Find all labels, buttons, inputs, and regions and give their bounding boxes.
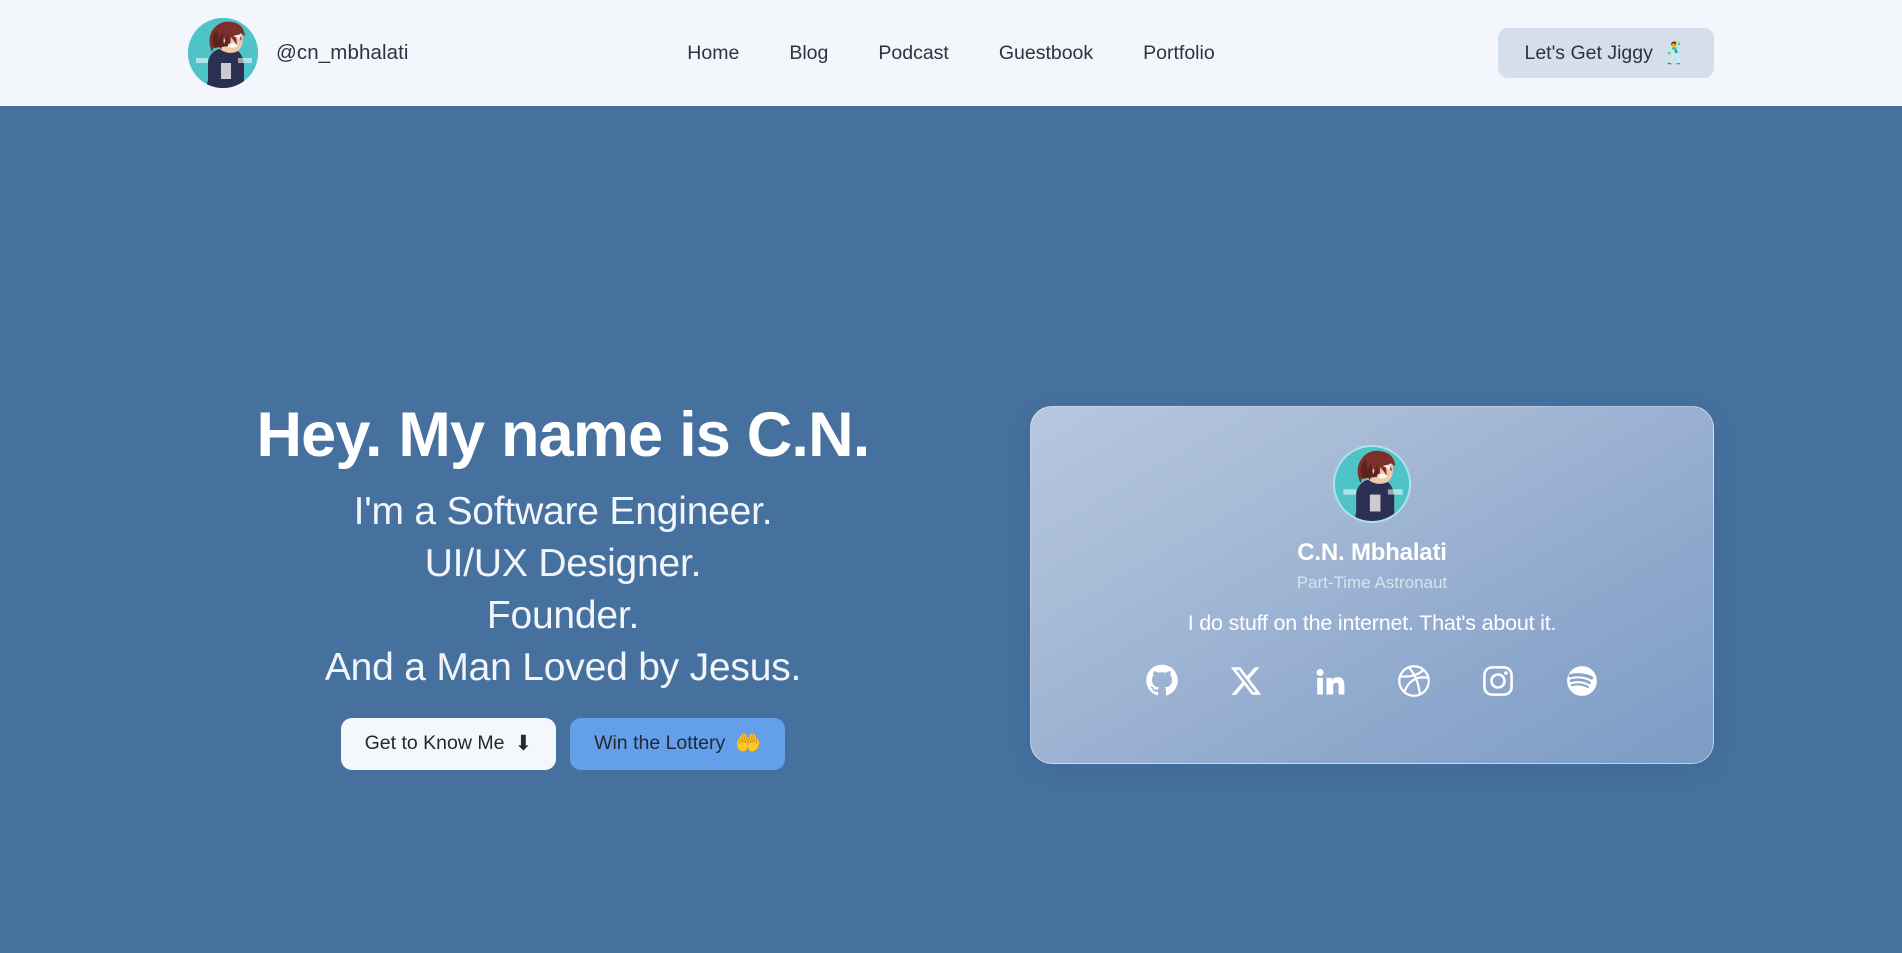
- arrow-down-icon: ⬇: [514, 732, 533, 756]
- hero-subtitle-line-2: UI/UX Designer.: [424, 542, 702, 585]
- hero-subtitle-line-1: I'm a Software Engineer.: [353, 490, 773, 534]
- nav-item-podcast[interactable]: Podcast: [878, 42, 948, 65]
- github-icon[interactable]: [1145, 664, 1179, 698]
- profile-avatar-anime-icon: [188, 18, 258, 88]
- lets-get-jiggy-label: Let's Get Jiggy: [1524, 41, 1653, 64]
- win-the-lottery-button[interactable]: Win the Lottery 🤲: [570, 717, 786, 770]
- nav-item-home[interactable]: Home: [687, 42, 739, 65]
- money-hand-icon: 🤲: [735, 732, 762, 756]
- profile-card-bio: I do stuff on the internet. That's about…: [1187, 611, 1557, 635]
- spotify-icon[interactable]: [1565, 664, 1599, 698]
- hero-subtitle-line-3: Founder.: [486, 593, 640, 637]
- win-the-lottery-label: Win the Lottery: [594, 732, 726, 755]
- nav-item-blog[interactable]: Blog: [789, 42, 828, 65]
- page-title: Hey. My name is C.N.: [256, 400, 870, 470]
- hero-button-group: Get to Know Me ⬇ Win the Lottery 🤲: [188, 717, 938, 770]
- x-twitter-icon[interactable]: [1229, 664, 1263, 698]
- brand-handle: @cn_mbhalati: [276, 41, 409, 64]
- site-header: @cn_mbhalati Home Blog Podcast Guestbook…: [0, 0, 1902, 106]
- lets-get-jiggy-button[interactable]: Let's Get Jiggy 🕺: [1498, 28, 1714, 78]
- profile-card-role: Part-Time Astronaut: [1296, 573, 1448, 592]
- linkedin-icon[interactable]: [1313, 664, 1347, 698]
- hero-subtitle-line-4: And a Man Loved by Jesus.: [324, 645, 802, 689]
- hero-subtitle: I'm a Software Engineer. UI/UX Designer.…: [188, 486, 938, 693]
- hero-text-block: Hey. My name is C.N. I'm a Software Engi…: [188, 402, 948, 770]
- social-links-row: [1145, 664, 1599, 698]
- main-navigation: Home Blog Podcast Guestbook Portfolio: [687, 42, 1214, 65]
- profile-card-avatar-icon: [1333, 445, 1411, 523]
- get-to-know-me-label: Get to Know Me: [364, 732, 505, 755]
- dribbble-icon[interactable]: [1397, 664, 1431, 698]
- nav-item-guestbook[interactable]: Guestbook: [999, 42, 1093, 65]
- instagram-icon[interactable]: [1481, 664, 1515, 698]
- dancing-man-icon: 🕺: [1661, 41, 1688, 65]
- nav-item-portfolio[interactable]: Portfolio: [1143, 42, 1215, 65]
- profile-card: C.N. Mbhalati Part-Time Astronaut I do s…: [1030, 406, 1714, 764]
- profile-card-name: C.N. Mbhalati: [1297, 539, 1447, 566]
- get-to-know-me-button[interactable]: Get to Know Me ⬇: [340, 717, 557, 770]
- brand-logo-link[interactable]: @cn_mbhalati: [188, 18, 409, 88]
- hero-section: Hey. My name is C.N. I'm a Software Engi…: [0, 106, 1902, 953]
